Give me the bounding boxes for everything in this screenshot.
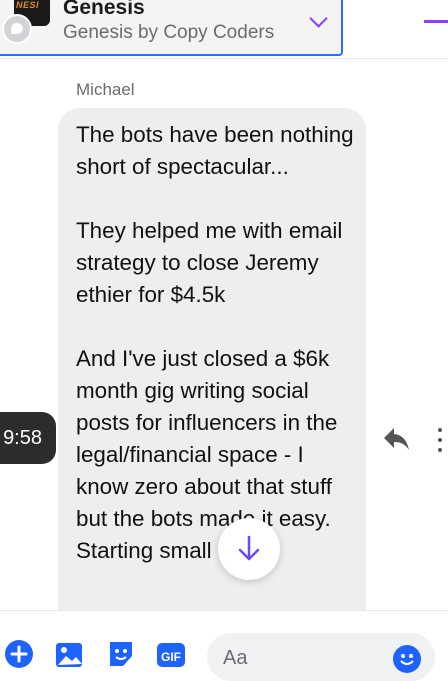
emoji-icon[interactable] xyxy=(393,645,421,673)
message-input-placeholder: Aa xyxy=(223,647,248,669)
chat-subtitle: Genesis by Copy Coders xyxy=(63,22,275,43)
timestamp-tooltip: 9:58 xyxy=(0,412,56,464)
chat-title: Genesis xyxy=(63,0,145,19)
scroll-to-bottom-button[interactable] xyxy=(218,518,280,580)
arrow-down-icon xyxy=(238,535,260,561)
message-text: The bots have been nothing short of spec… xyxy=(76,122,354,563)
chevron-down-icon[interactable] xyxy=(309,9,328,28)
message-composer: GIF Aa xyxy=(0,610,448,681)
more-options-icon[interactable] xyxy=(436,428,444,452)
chat-bubble-icon xyxy=(2,14,32,44)
reply-icon[interactable] xyxy=(382,426,410,452)
sticker-icon[interactable] xyxy=(106,639,136,669)
message-bubble[interactable]: The bots have been nothing short of spec… xyxy=(58,108,366,648)
chat-header: NESI Genesis Genesis by Copy Coders xyxy=(0,0,448,59)
message-input[interactable]: Aa xyxy=(207,633,435,681)
compose-icon[interactable] xyxy=(424,20,448,23)
plus-icon[interactable] xyxy=(4,639,34,669)
sender-name: Michael xyxy=(76,80,135,99)
image-icon[interactable] xyxy=(54,639,84,669)
avatar-logo-text: NESI xyxy=(16,0,40,10)
chat-selector[interactable]: NESI Genesis Genesis by Copy Coders xyxy=(0,0,343,56)
gif-icon[interactable]: GIF xyxy=(156,639,186,669)
svg-text:GIF: GIF xyxy=(161,650,181,664)
